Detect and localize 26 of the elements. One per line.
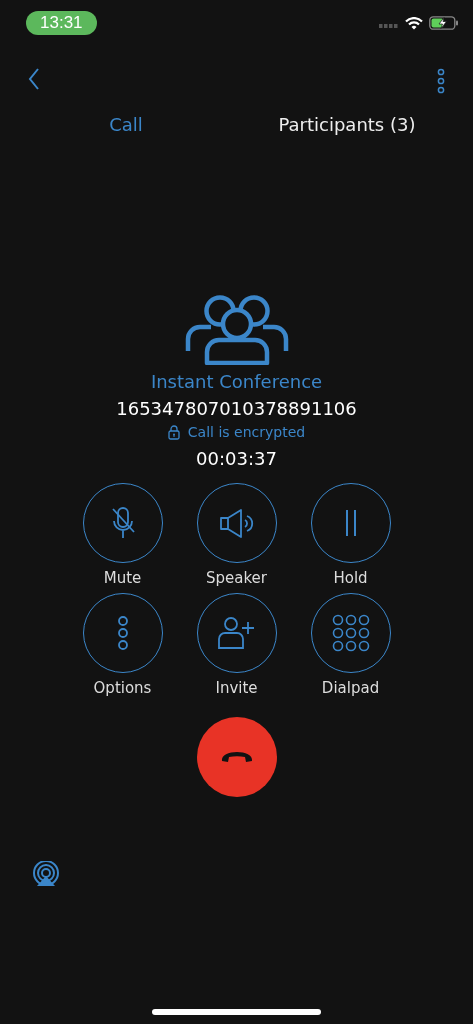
tab[interactable]: Call bbox=[0, 110, 252, 139]
control-label: Options bbox=[93, 679, 152, 697]
control-label: Invite bbox=[215, 679, 258, 697]
tab[interactable]: Participants (3) bbox=[252, 110, 442, 139]
status-time: 13:31 bbox=[26, 11, 97, 35]
lock-icon bbox=[167, 424, 180, 440]
dialpad-icon bbox=[331, 614, 370, 652]
wifi-icon bbox=[405, 16, 423, 30]
audio-route-icon[interactable] bbox=[32, 861, 60, 887]
group-avatar-icon bbox=[184, 295, 289, 365]
encryption-status: Call is encrypted bbox=[187, 424, 306, 440]
control-label: Dialpad bbox=[321, 679, 380, 697]
control-label: Speaker bbox=[206, 569, 267, 587]
signal-icon bbox=[379, 22, 399, 29]
control-label: Hold bbox=[333, 569, 368, 587]
pause-icon bbox=[343, 509, 358, 537]
hang-up-icon bbox=[219, 749, 254, 765]
conference-name: Instant Conference bbox=[150, 371, 323, 392]
speaker-icon bbox=[218, 508, 255, 538]
more-options-button[interactable] bbox=[437, 68, 445, 94]
add-person-icon bbox=[216, 616, 257, 650]
control-label: Mute bbox=[103, 569, 142, 587]
call-number: 165347807010378891106 bbox=[116, 398, 357, 419]
battery-icon bbox=[429, 16, 459, 30]
more-dots-icon bbox=[116, 616, 129, 650]
call-duration: 00:03:37 bbox=[196, 448, 277, 469]
